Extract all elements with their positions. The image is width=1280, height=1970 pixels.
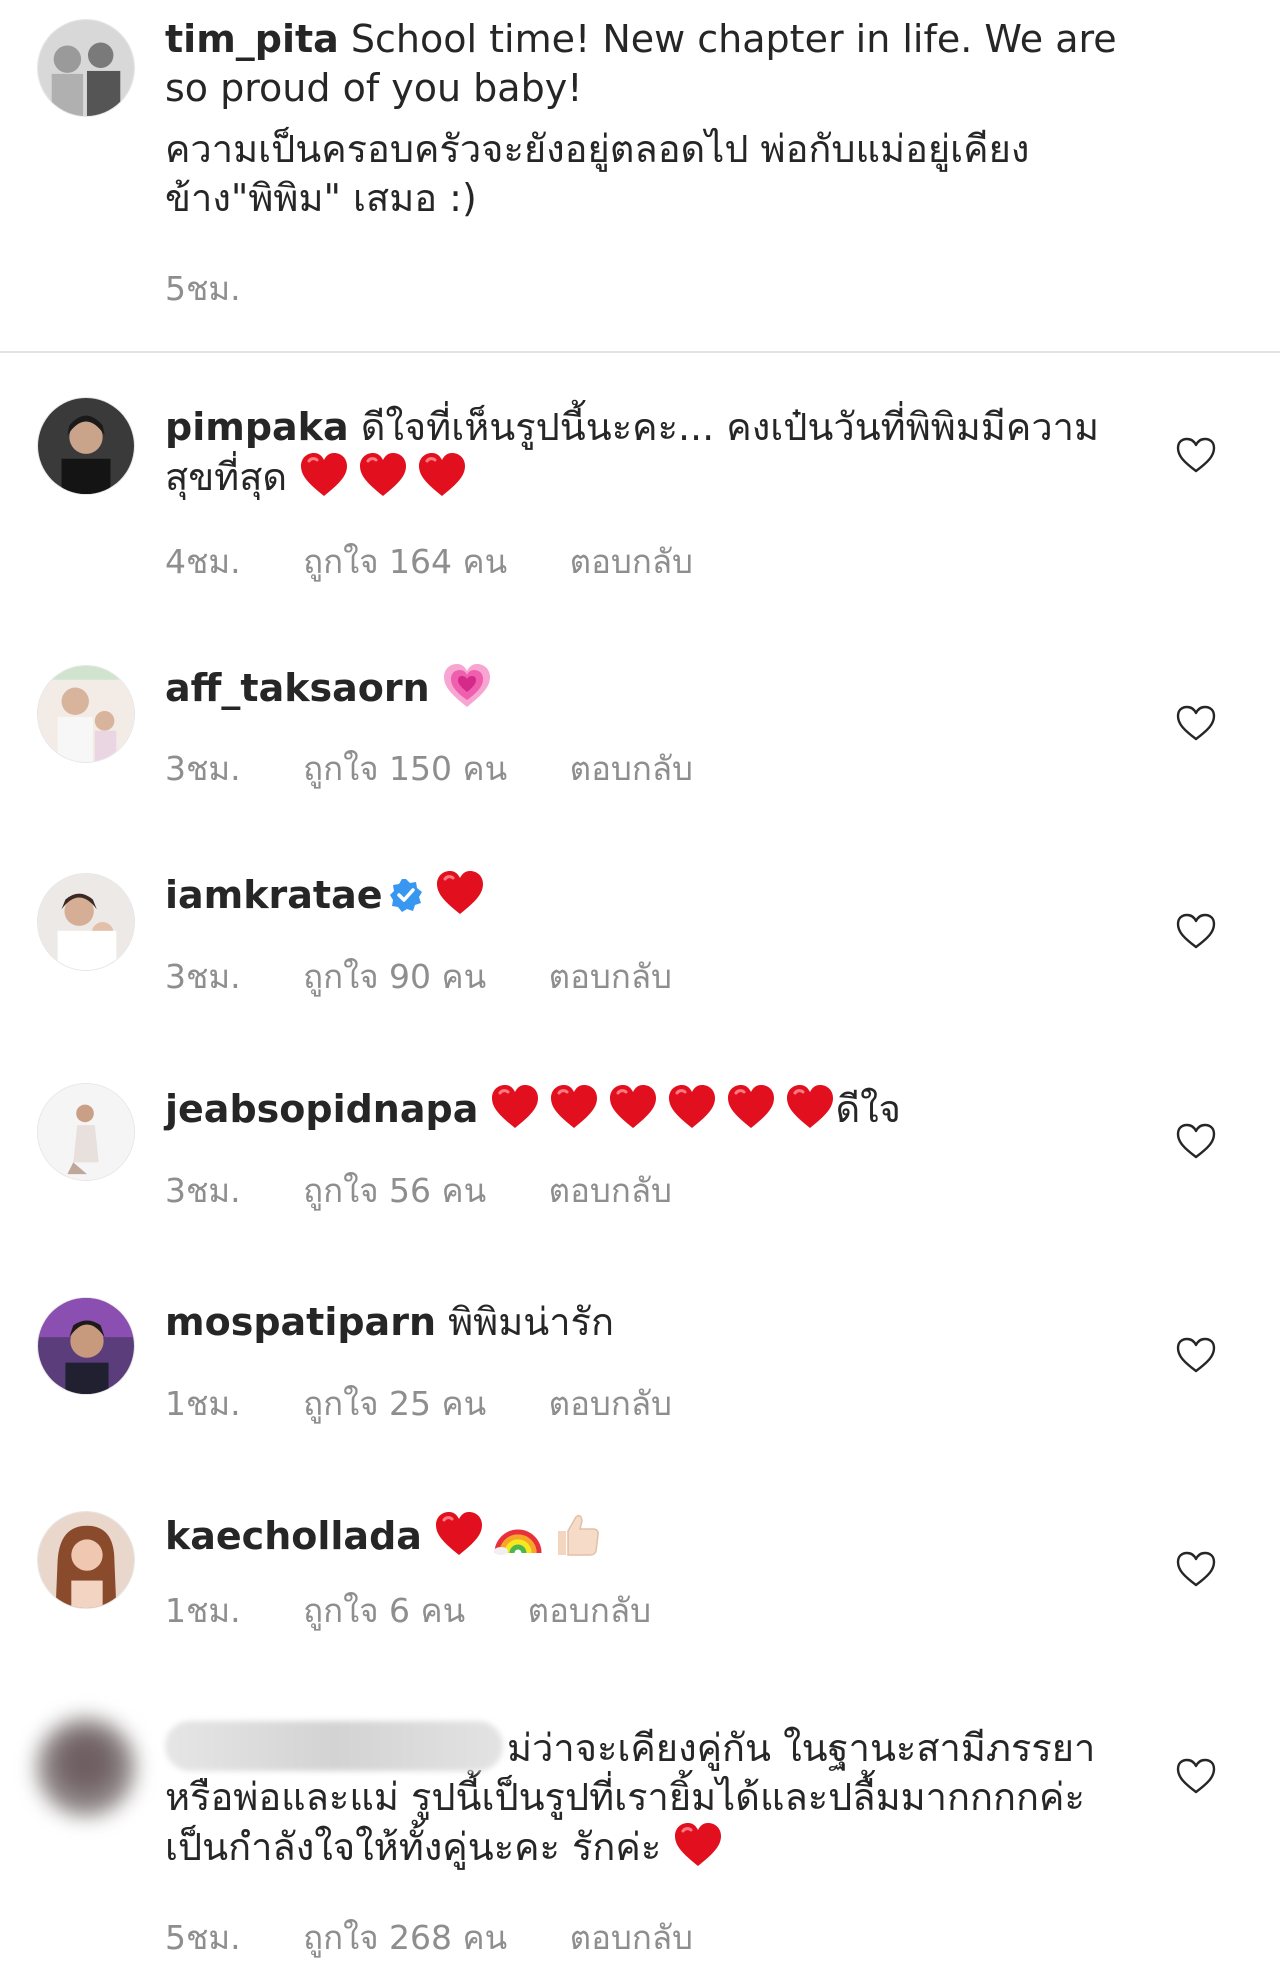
reply-button[interactable]: ตอบกลับ [549,1377,672,1430]
like-heart-icon[interactable] [1175,1550,1217,1588]
caption-meta: 5ชม. [165,262,241,315]
comment-text-kaechollada: kaechollada [165,1511,1140,1561]
comment-likes[interactable]: ถูกใจ 90 คน [303,950,486,1003]
reply-button[interactable]: ตอบกลับ [570,742,693,795]
comment-meta: 1ชม. ถูกใจ 25 คน ตอบกลับ [165,1377,672,1430]
comment-likes[interactable]: ถูกใจ 6 คน [303,1584,465,1637]
rainbow-emoji [493,1511,543,1557]
red-heart-emoji [490,1084,540,1130]
comment-time: 3ชม. [165,749,241,788]
red-heart-emoji [785,1084,835,1130]
growing-heart-emoji [442,663,492,709]
comment-meta: 3ชม. ถูกใจ 150 คน ตอบกลับ [165,742,693,795]
comment-avatar-iamkratae[interactable] [37,873,135,971]
comment-meta: 5ชม. ถูกใจ 268 คน ตอบกลับ [165,1911,693,1964]
thumbs-up-emoji [552,1511,602,1557]
comment-meta: 1ชม. ถูกใจ 6 คน ตอบกลับ [165,1584,651,1637]
comment-meta: 3ชม. ถูกใจ 56 คน ตอบกลับ [165,1164,672,1217]
red-heart-emoji [417,452,467,498]
comment-text-mospatiparn: mospatiparn พิพิมน่ารัก [165,1298,1140,1347]
comment-time: 1ชม. [165,1591,241,1630]
caption-username[interactable]: tim_pita [165,17,339,61]
comment-text-iamkratae: iamkratae [165,870,1140,920]
comment-text-pimpaka: pimpaka ดีใจที่เห็นรูปนี้นะคะ... คงเป๋นว… [165,403,1140,502]
red-heart-emoji [726,1084,776,1130]
comment-likes[interactable]: ถูกใจ 268 คน [303,1911,507,1964]
comment-time: 4ชม. [165,542,241,581]
divider [0,351,1280,353]
comment-likes[interactable]: ถูกใจ 25 คน [303,1377,486,1430]
comment-likes[interactable]: ถูกใจ 56 คน [303,1164,486,1217]
caption-text: tim_pita School time! New chapter in lif… [165,15,1140,223]
like-heart-icon[interactable] [1175,1336,1217,1374]
comment-username[interactable]: jeabsopidnapa [165,1087,478,1131]
red-heart-emoji [434,1511,484,1557]
red-heart-emoji [673,1822,723,1868]
comment-text-aff-taksaorn: aff_taksaorn [165,663,1140,713]
comment-avatar-pimpaka[interactable] [37,397,135,495]
red-heart-emoji [435,870,485,916]
comment-likes[interactable]: ถูกใจ 150 คน [303,742,507,795]
comment-avatar-blurred[interactable] [37,1718,135,1816]
like-heart-icon[interactable] [1175,1122,1217,1160]
comment-username[interactable]: kaechollada [165,1514,422,1558]
caption-time: 5ชม. [165,269,241,308]
reply-button[interactable]: ตอบกลับ [549,950,672,1003]
comment-meta: 3ชม. ถูกใจ 90 คน ตอบกลับ [165,950,672,1003]
comment-avatar-aff-taksaorn[interactable] [37,665,135,763]
comment-body: ดีใจ [835,1087,901,1131]
comment-time: 5ชม. [165,1918,241,1957]
comment-likes[interactable]: ถูกใจ 164 คน [303,535,507,588]
red-heart-emoji [667,1084,717,1130]
blurred-username [165,1721,503,1771]
like-heart-icon[interactable] [1175,436,1217,474]
like-heart-icon[interactable] [1175,1757,1217,1795]
reply-button[interactable]: ตอบกลับ [570,535,693,588]
like-heart-icon[interactable] [1175,704,1217,742]
comment-text-jeabsopidnapa: jeabsopidnapa ดีใจ [165,1084,1140,1134]
comment-time: 3ชม. [165,1171,241,1210]
comment-body: พิพิมน่ารัก [448,1300,614,1344]
red-heart-emoji [549,1084,599,1130]
reply-button[interactable]: ตอบกลับ [528,1584,651,1637]
reply-button[interactable]: ตอบกลับ [549,1164,672,1217]
red-heart-emoji [358,452,408,498]
red-heart-emoji [608,1084,658,1130]
red-heart-emoji [299,452,349,498]
comment-avatar-kaechollada[interactable] [37,1511,135,1609]
comment-time: 3ชม. [165,957,241,996]
comment-username[interactable]: mospatiparn [165,1300,436,1344]
comment-username[interactable]: pimpaka [165,405,349,449]
like-heart-icon[interactable] [1175,912,1217,950]
caption-thai-text: ความเป็นครอบครัวจะยังอยู่ตลอดไป พ่อกับแม… [165,127,1030,220]
comment-username[interactable]: aff_taksaorn [165,666,430,710]
reply-button[interactable]: ตอบกลับ [570,1911,693,1964]
comment-meta: 4ชม. ถูกใจ 164 คน ตอบกลับ [165,535,693,588]
comment-username[interactable]: iamkratae [165,873,383,917]
comment-avatar-jeabsopidnapa[interactable] [37,1083,135,1181]
verified-badge-icon [389,878,423,912]
comment-time: 1ชม. [165,1384,241,1423]
comment-avatar-mospatiparn[interactable] [37,1297,135,1395]
comment-text-blurred: ม่ว่าจะเคียงคู่กัน ในฐานะสามีภรรยาหรือพ่… [165,1721,1140,1872]
caption-avatar[interactable] [37,19,135,117]
